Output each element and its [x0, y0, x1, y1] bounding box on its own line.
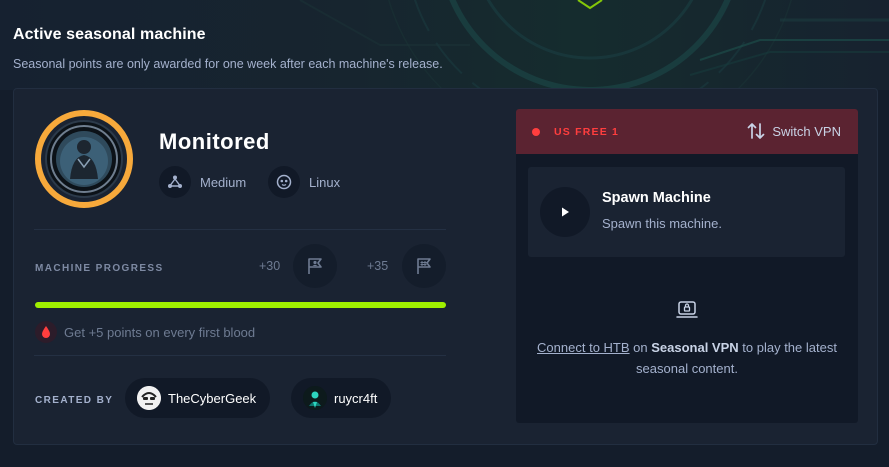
machine-card: Monitored Medium Linux MACHINE PROGRESS … — [13, 88, 878, 445]
creator-avatar — [137, 386, 161, 410]
connect-to-htb-link[interactable]: Connect to HTB — [537, 340, 630, 355]
divider — [34, 355, 446, 356]
switch-vpn-button[interactable]: Switch VPN — [747, 122, 841, 140]
progress-label: MACHINE PROGRESS — [35, 263, 164, 274]
first-blood-text: Get +5 points on every first blood — [64, 324, 256, 340]
user-flag-points: +30 — [259, 259, 281, 273]
spawn-title: Spawn Machine — [602, 190, 711, 206]
vpn-laptop-icon — [675, 298, 699, 327]
difficulty-label: Medium — [200, 174, 247, 190]
difficulty-icon — [159, 166, 191, 198]
creator-name: TheCyberGeek — [168, 390, 257, 406]
user-flag-button[interactable] — [293, 244, 337, 288]
spawn-subtitle: Spawn this machine. — [602, 216, 722, 231]
spawn-machine-button[interactable]: Spawn Machine Spawn this machine. — [528, 167, 845, 257]
linux-icon — [268, 166, 300, 198]
seasonal-vpn-label: Seasonal VPN — [651, 340, 739, 355]
root-flag-icon — [417, 258, 431, 274]
root-flag-button[interactable] — [402, 244, 446, 288]
creator-avatar — [303, 386, 327, 410]
machine-avatar-icon[interactable] — [34, 109, 134, 209]
root-flag-points: +35 — [367, 259, 389, 273]
spawn-panel: US FREE 1 Switch VPN Spawn Machine Spawn… — [516, 109, 858, 423]
creator-chip[interactable]: TheCyberGeek — [125, 378, 271, 418]
play-icon[interactable] — [540, 187, 590, 237]
os-tag: Linux — [268, 166, 340, 198]
os-label: Linux — [309, 174, 341, 190]
section-subtitle: Seasonal points are only awarded for one… — [13, 57, 443, 71]
first-blood-hint: Get +5 points on every first blood — [35, 321, 255, 343]
machine-name: Monitored — [159, 129, 270, 154]
connect-vpn-text: Connect to HTB on Seasonal VPN to play t… — [536, 337, 838, 379]
vpn-status-dot — [532, 128, 540, 136]
user-flag-icon — [308, 258, 322, 274]
connect-on-text: on — [629, 340, 652, 355]
difficulty-tag: Medium — [159, 166, 246, 198]
machine-progress-bar — [35, 302, 446, 308]
divider — [34, 229, 446, 230]
swap-arrows-icon — [748, 123, 765, 139]
creator-chip[interactable]: ruycr4ft — [291, 378, 392, 418]
vpn-server-name: US FREE 1 — [554, 126, 620, 138]
hero-background — [0, 0, 889, 90]
switch-vpn-label: Switch VPN — [772, 123, 841, 139]
creator-name: ruycr4ft — [334, 390, 378, 406]
created-by-label: CREATED BY — [35, 395, 114, 406]
section-title: Active seasonal machine — [13, 26, 206, 43]
vpn-status-bar: US FREE 1 Switch VPN — [516, 109, 858, 154]
blood-drop-icon — [35, 321, 57, 343]
